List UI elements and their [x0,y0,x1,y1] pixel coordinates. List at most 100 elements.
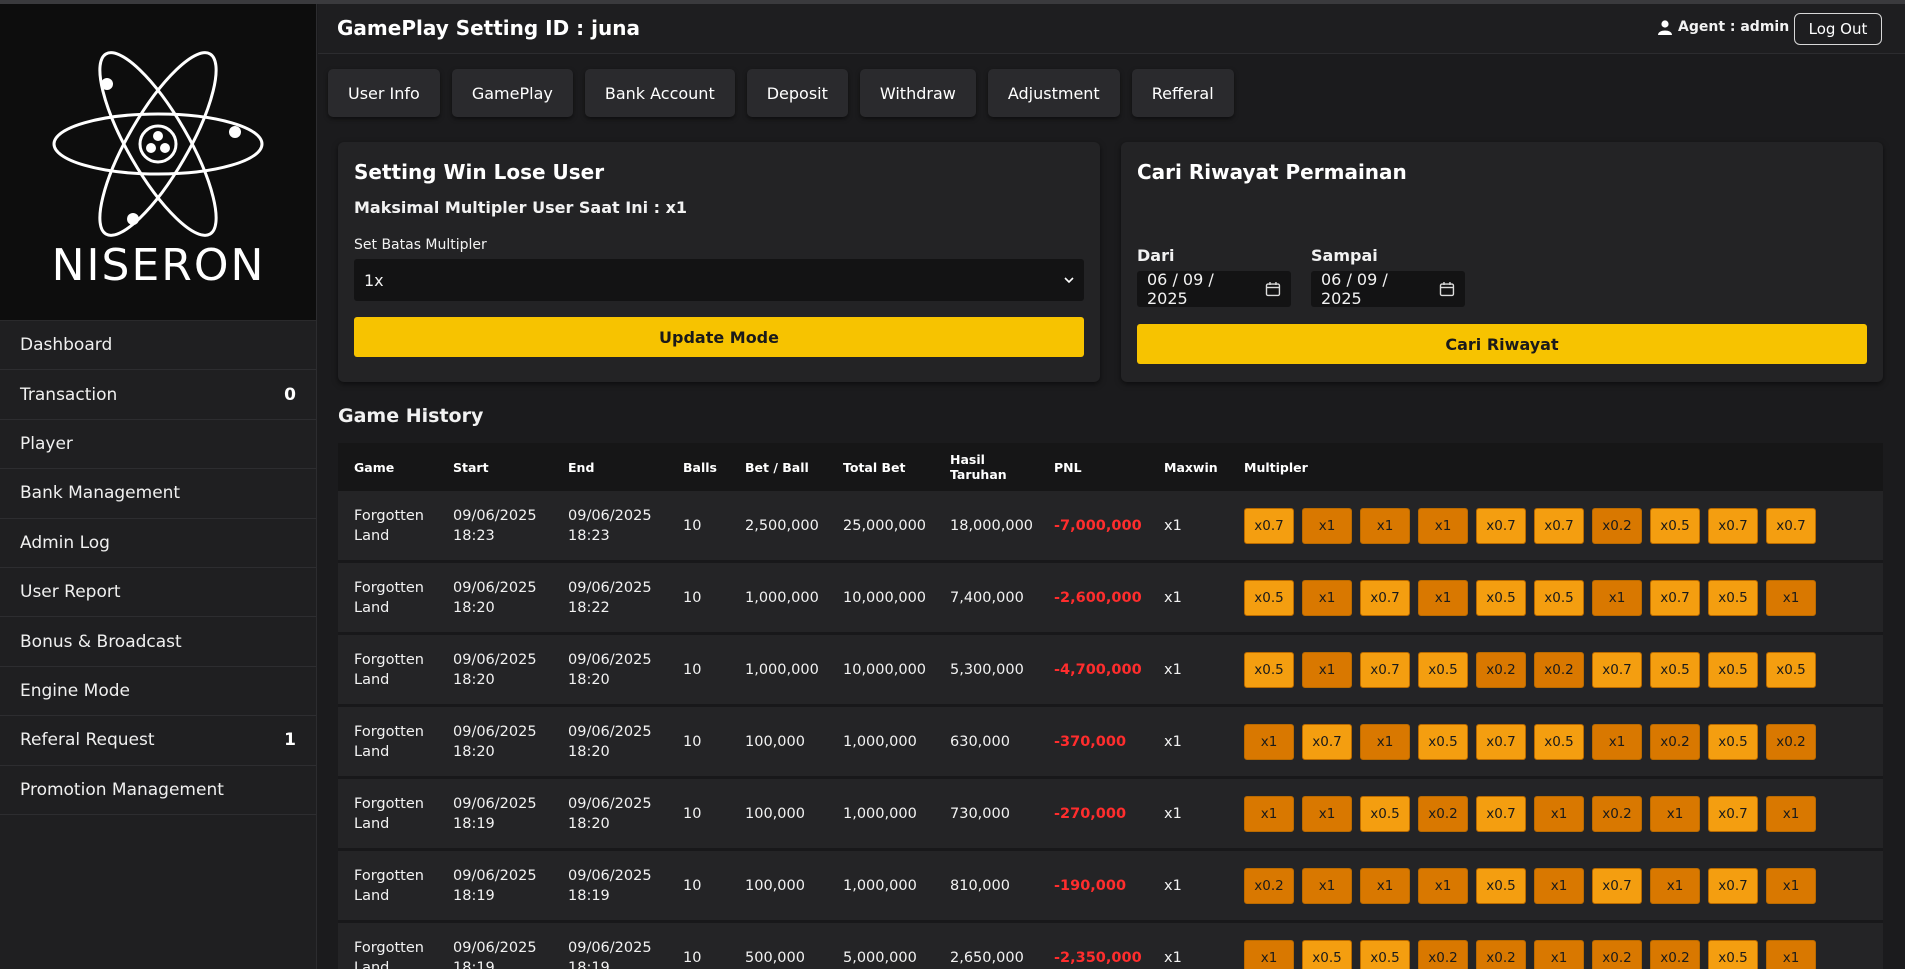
cell-maxwin: x1 [1148,491,1228,563]
update-mode-button[interactable]: Update Mode [354,317,1084,357]
tab-deposit[interactable]: Deposit [746,69,848,117]
column-header: End [552,443,667,491]
from-date-input[interactable]: 06 / 09 / 2025 [1137,270,1291,308]
multiplier-chip: x1 [1244,939,1294,969]
multiplier-chip: x0.5 [1302,939,1352,969]
cell-maxwin: x1 [1148,923,1228,969]
multiplier-chip: x1 [1534,867,1584,904]
user-icon [1658,19,1672,35]
table-row: Forgotten Land 09/06/2025 18:19 09/06/2025… [338,923,1883,969]
multiplier-chip: x0.7 [1360,651,1410,688]
cell-pnl: -4,700,000 [1038,635,1148,707]
column-header: Balls [667,443,729,491]
current-multiplier: Maksimal Multipler User Saat Ini : x1 [354,198,688,217]
cell-bet: 1,000,000 [729,635,827,707]
multiplier-chip: x1 [1302,507,1352,544]
multiplier-chip: x0.7 [1650,579,1700,616]
cell-multiplier: x0.5 x1 x0.7 x1 x0.5 x0.5 x1 x0.7 x0.5 x1 [1228,563,1883,635]
to-date-input[interactable]: 06 / 09 / 2025 [1311,270,1465,308]
tab-user-info[interactable]: User Info [328,69,440,117]
multiplier-chip: x0.7 [1302,723,1352,760]
sidebar-item-bonus-broadcast[interactable]: Bonus & Broadcast [0,617,316,667]
multiplier-chip: x1 [1766,867,1816,904]
logout-button[interactable]: Log Out [1794,13,1882,45]
multiplier-chip: x1 [1766,795,1816,832]
search-history-button[interactable]: Cari Riwayat [1137,324,1867,364]
cell-end: 09/06/2025 18:20 [552,779,667,851]
cell-multiplier: x1 x0.5 x0.5 x0.2 x0.2 x1 x0.2 x0.2 x0.5 x1 [1228,923,1883,969]
multiplier-chip: x0.2 [1650,939,1700,969]
multiplier-list: x0.5 x1 x0.7 x0.5 x0.2 x0.2 x0.7 x0.5 x0.5 x0.5 [1244,651,1867,688]
atom-logo-icon [52,51,264,237]
history-title: Game History [338,405,484,427]
sidebar-item-admin-log[interactable]: Admin Log [0,519,316,568]
sidebar-item-bank-management[interactable]: Bank Management [0,469,316,519]
cell-maxwin: x1 [1148,779,1228,851]
sidebar-item-transaction[interactable]: Transaction 0 [0,370,316,420]
multiplier-chip: x0.5 [1476,867,1526,904]
cell-hasil: 730,000 [934,779,1038,851]
multiplier-chip: x0.5 [1244,651,1294,688]
multiplier-chip: x1 [1766,579,1816,616]
sidebar-item-label: Bank Management [20,483,181,504]
cell-pnl: -190,000 [1038,851,1148,923]
multiplier-chip: x0.7 [1708,507,1758,544]
cell-total: 10,000,000 [827,635,934,707]
sidebar-item-promotion-management[interactable]: Promotion Management [0,766,316,815]
tab-bank-account[interactable]: Bank Account [584,69,735,117]
multiplier-chip: x0.7 [1592,867,1642,904]
multiplier-chip: x0.2 [1592,795,1642,832]
cell-end: 09/06/2025 18:19 [552,923,667,969]
cell-balls: 10 [667,635,729,707]
history-table-wrap: Game Start End Balls Bet / Ball Total Bet Hasi… [338,443,1883,969]
multiplier-chip: x0.2 [1418,795,1468,832]
multiplier-chip: x1 [1534,795,1584,832]
cell-hasil: 5,300,000 [934,635,1038,707]
cell-start: 09/06/2025 18:20 [437,563,552,635]
sidebar-item-user-report[interactable]: User Report [0,568,316,618]
multiplier-chip: x1 [1302,795,1352,832]
cell-total: 1,000,000 [827,779,934,851]
cell-hasil: 810,000 [934,851,1038,923]
multiplier-chip: x1 [1360,867,1410,904]
cell-total: 1,000,000 [827,707,934,779]
multiplier-chip: x0.7 [1476,795,1526,832]
tab-withdraw[interactable]: Withdraw [859,69,976,117]
column-header: Total Bet [827,443,934,491]
column-header: Multipler [1228,443,1883,491]
cell-balls: 10 [667,707,729,779]
multiplier-chip: x1 [1418,507,1468,544]
cell-multiplier: x0.2 x1 x1 x1 x0.5 x1 x0.7 x1 x0.7 x1 [1228,851,1883,923]
cell-end: 09/06/2025 18:22 [552,563,667,635]
multiplier-chip: x0.5 [1418,651,1468,688]
multiplier-chip: x0.7 [1476,723,1526,760]
agent-label: Agent : admin [1678,19,1790,35]
sidebar-item-player[interactable]: Player [0,420,316,470]
multiplier-chip: x1 [1302,579,1352,616]
column-header: Maxwin [1148,443,1228,491]
sidebar-item-engine-mode[interactable]: Engine Mode [0,667,316,717]
cell-maxwin: x1 [1148,707,1228,779]
cell-bet: 1,000,000 [729,563,827,635]
cell-multiplier: x1 x0.7 x1 x0.5 x0.7 x0.5 x1 x0.2 x0.5 x0.2 [1228,707,1883,779]
brand-name: NISERON [51,240,266,291]
multiplier-chip: x0.5 [1534,723,1584,760]
tab-gameplay[interactable]: GamePlay [451,69,573,117]
sidebar-item-referal-request[interactable]: Referal Request 1 [0,716,316,766]
date-range: Dari 06 / 09 / 2025 Sampai 06 / 09 / 202… [1137,246,1465,308]
calendar-icon[interactable] [1439,281,1455,297]
tab-refferal[interactable]: Refferal [1131,69,1234,117]
tab-adjustment[interactable]: Adjustment [987,69,1120,117]
cell-start: 09/06/2025 18:20 [437,707,552,779]
multiplier-list: x1 x0.5 x0.5 x0.2 x0.2 x1 x0.2 x0.2 x0.5 x1 [1244,939,1867,969]
multiplier-chip: x0.5 [1708,651,1758,688]
multiplier-list: x0.5 x1 x0.7 x1 x0.5 x0.5 x1 x0.7 x0.5 x1 [1244,579,1867,616]
multiplier-list: x0.2 x1 x1 x1 x0.5 x1 x0.7 x1 x0.7 x1 [1244,867,1867,904]
sidebar-item-dashboard[interactable]: Dashboard [0,321,316,371]
cell-end: 09/06/2025 18:20 [552,635,667,707]
cell-balls: 10 [667,779,729,851]
cell-start: 09/06/2025 18:19 [437,851,552,923]
calendar-icon[interactable] [1265,281,1281,297]
to-label: Sampai [1311,246,1378,265]
multiplier-select[interactable]: 1x [354,259,1084,301]
